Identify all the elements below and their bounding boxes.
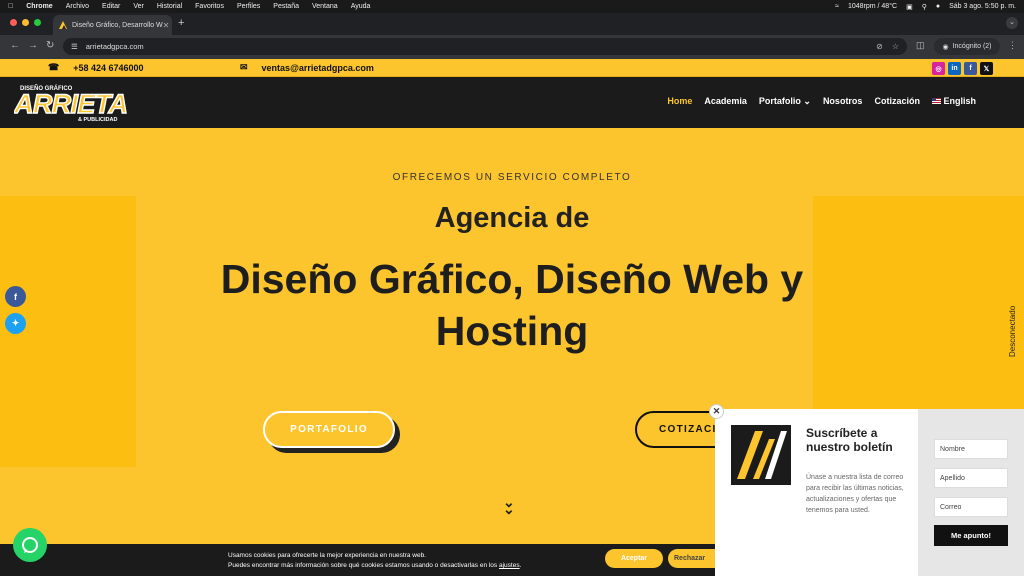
minimize-window-icon[interactable] bbox=[22, 19, 29, 26]
menu-ayuda[interactable]: Ayuda bbox=[351, 3, 371, 10]
tab-title: Diseño Gráfico, Desarrollo W bbox=[72, 21, 163, 29]
website-viewport: ☎ +58 424 6746000 ✉ ventas@arrietadgpca.… bbox=[0, 59, 1024, 576]
maximize-window-icon[interactable] bbox=[34, 19, 41, 26]
site-logo[interactable]: DISEÑO GRÁFICO ARRIETA & PUBLICIDAD bbox=[12, 82, 132, 129]
share-sidebar: f ✦ bbox=[5, 286, 26, 334]
cookie-text: Usamos cookies para ofrecerte la mejor e… bbox=[228, 551, 521, 571]
site-favicon-icon bbox=[59, 21, 67, 29]
email-contact[interactable]: ✉ ventas@arrietadgpca.com bbox=[240, 62, 374, 73]
share-twitter-icon[interactable]: ✦ bbox=[5, 313, 26, 334]
hero-heading-line1: Agencia de bbox=[434, 202, 590, 234]
nav-cotizacion[interactable]: Cotización bbox=[874, 96, 920, 107]
newsletter-popup: Suscríbete a nuestro boletín Únase a nue… bbox=[715, 409, 1024, 576]
popup-description: Únase a nuestra lista de correo para rec… bbox=[806, 474, 904, 514]
popup-close-icon[interactable]: ✕ bbox=[709, 404, 724, 419]
linkedin-icon[interactable]: in bbox=[948, 62, 961, 75]
nav-portafolio[interactable]: Portafolio ⌄ bbox=[759, 96, 811, 107]
envelope-icon: ✉ bbox=[240, 62, 248, 72]
reload-icon[interactable]: ↻ bbox=[46, 40, 54, 51]
phone-number[interactable]: +58 424 6746000 bbox=[73, 63, 143, 73]
menubar-clock[interactable]: Sáb 3 ago. 5:50 p. m. bbox=[949, 3, 1016, 10]
control-center-icon[interactable]: ▣ bbox=[906, 3, 913, 11]
popup-title: Suscríbete a nuestro boletín bbox=[806, 426, 893, 454]
chat-status-tab[interactable]: Desconectado bbox=[1001, 267, 1024, 373]
browser-tab[interactable]: Diseño Gráfico, Desarrollo W ✕ bbox=[53, 15, 172, 35]
apple-icon[interactable]:  bbox=[8, 3, 13, 10]
url-text[interactable]: arrietadgpca.com bbox=[86, 42, 144, 51]
cookie-banner: Usamos cookies para ofrecerte la mejor e… bbox=[0, 544, 720, 576]
menu-pestana[interactable]: Pestaña bbox=[273, 3, 299, 10]
facebook-icon[interactable]: f bbox=[964, 62, 977, 75]
cookie-settings-link[interactable]: ajustes bbox=[499, 562, 520, 569]
cookie-reject-button[interactable]: Rechazar bbox=[668, 549, 720, 568]
search-icon[interactable]: ⚲ bbox=[922, 3, 927, 11]
nav-english[interactable]: English bbox=[931, 96, 976, 107]
apellido-field[interactable]: Apellido bbox=[934, 468, 1008, 488]
tab-search-icon[interactable]: ⌄ bbox=[1006, 17, 1018, 29]
popup-form: Nombre Apellido Correo Me apunto! bbox=[918, 409, 1024, 576]
new-tab-icon[interactable]: + bbox=[178, 17, 184, 29]
bookmark-star-icon[interactable]: ☆ bbox=[892, 42, 899, 51]
nav-nosotros[interactable]: Nosotros bbox=[823, 96, 863, 107]
macos-menubar:  Chrome Archivo Editar Ver Historial Fa… bbox=[0, 0, 1024, 13]
siri-icon[interactable]: ● bbox=[936, 3, 940, 10]
side-panel-icon[interactable]: ◫ bbox=[916, 40, 925, 51]
incognito-icon: ◉ bbox=[942, 43, 949, 51]
logo-bottom-caption: & PUBLICIDAD bbox=[78, 117, 117, 123]
nombre-field[interactable]: Nombre bbox=[934, 439, 1008, 459]
cookie-line1: Usamos cookies para ofrecerte la mejor e… bbox=[228, 552, 426, 559]
nav-academia[interactable]: Academia bbox=[704, 96, 747, 107]
menu-historial[interactable]: Historial bbox=[157, 3, 182, 10]
chat-status-label: Desconectado bbox=[1008, 305, 1017, 357]
phone-contact[interactable]: ☎ +58 424 6746000 bbox=[48, 62, 144, 73]
hero-eyebrow: OFRECEMOS UN SERVICIO COMPLETO bbox=[392, 172, 632, 183]
us-flag-icon bbox=[931, 98, 941, 104]
whatsapp-button[interactable] bbox=[13, 528, 47, 562]
x-icon[interactable]: 𝕏 bbox=[980, 62, 993, 75]
menu-ver[interactable]: Ver bbox=[133, 3, 144, 10]
close-window-icon[interactable] bbox=[10, 19, 17, 26]
popup-content: Suscríbete a nuestro boletín Únase a nue… bbox=[715, 409, 918, 576]
phone-icon: ☎ bbox=[48, 62, 60, 72]
subscribe-button[interactable]: Me apunto! bbox=[934, 525, 1008, 546]
cookie-line2: Puedes encontrar más información sobre q… bbox=[228, 561, 521, 571]
close-tab-icon[interactable]: ✕ bbox=[163, 21, 170, 30]
contact-topbar: ☎ +58 424 6746000 ✉ ventas@arrietadgpca.… bbox=[0, 59, 1024, 77]
share-facebook-icon[interactable]: f bbox=[5, 286, 26, 307]
main-nav: Home Academia Portafolio ⌄ Nosotros Coti… bbox=[667, 96, 976, 107]
popup-logo bbox=[731, 425, 791, 490]
correo-field[interactable]: Correo bbox=[934, 497, 1008, 517]
cookie-line2-end: . bbox=[519, 562, 522, 569]
address-bar[interactable]: ☰ arrietadgpca.com ⊘ ☆ bbox=[63, 38, 907, 55]
portfolio-button[interactable]: PORTAFOLIO bbox=[263, 411, 395, 448]
hero-heading-line2: Diseño Gráfico, Diseño Web y bbox=[220, 256, 804, 302]
back-icon[interactable]: ← bbox=[10, 40, 20, 51]
wifi-icon[interactable]: ≈ bbox=[835, 3, 839, 10]
incognito-button[interactable]: ◉ Incógnito (2) bbox=[934, 38, 1000, 55]
menu-perfiles[interactable]: Perfiles bbox=[237, 3, 260, 10]
instagram-icon[interactable]: ◎ bbox=[932, 62, 945, 75]
system-status[interactable]: 1048rpm / 48°C bbox=[848, 3, 897, 10]
menu-archivo[interactable]: Archivo bbox=[66, 3, 89, 10]
menu-favoritos[interactable]: Favoritos bbox=[195, 3, 224, 10]
hero-heading-line3: Hosting bbox=[435, 308, 589, 354]
site-header: DISEÑO GRÁFICO ARRIETA & PUBLICIDAD Home… bbox=[0, 77, 1024, 128]
logo-wordmark: ARRIETA bbox=[14, 89, 128, 119]
menu-editar[interactable]: Editar bbox=[102, 3, 120, 10]
incognito-label: Incógnito (2) bbox=[952, 43, 992, 50]
site-info-icon[interactable]: ☰ bbox=[71, 42, 78, 51]
chrome-menu-icon[interactable]: ⋮ bbox=[1008, 40, 1017, 51]
menu-chrome[interactable]: Chrome bbox=[26, 3, 52, 10]
menu-ventana[interactable]: Ventana bbox=[312, 3, 338, 10]
nav-english-label: English bbox=[943, 96, 976, 106]
nav-home[interactable]: Home bbox=[667, 96, 692, 107]
social-links: ◎ in f 𝕏 bbox=[932, 62, 993, 75]
cookie-line2-text: Puedes encontrar más información sobre q… bbox=[228, 562, 499, 569]
whatsapp-icon bbox=[22, 537, 38, 553]
forward-icon[interactable]: → bbox=[28, 40, 38, 51]
email-address[interactable]: ventas@arrietadgpca.com bbox=[262, 63, 374, 73]
eye-off-icon[interactable]: ⊘ bbox=[876, 42, 883, 51]
scroll-down-icon[interactable]: ⌄ ⌄ bbox=[503, 495, 515, 516]
cookie-accept-button[interactable]: Aceptar bbox=[605, 549, 663, 568]
